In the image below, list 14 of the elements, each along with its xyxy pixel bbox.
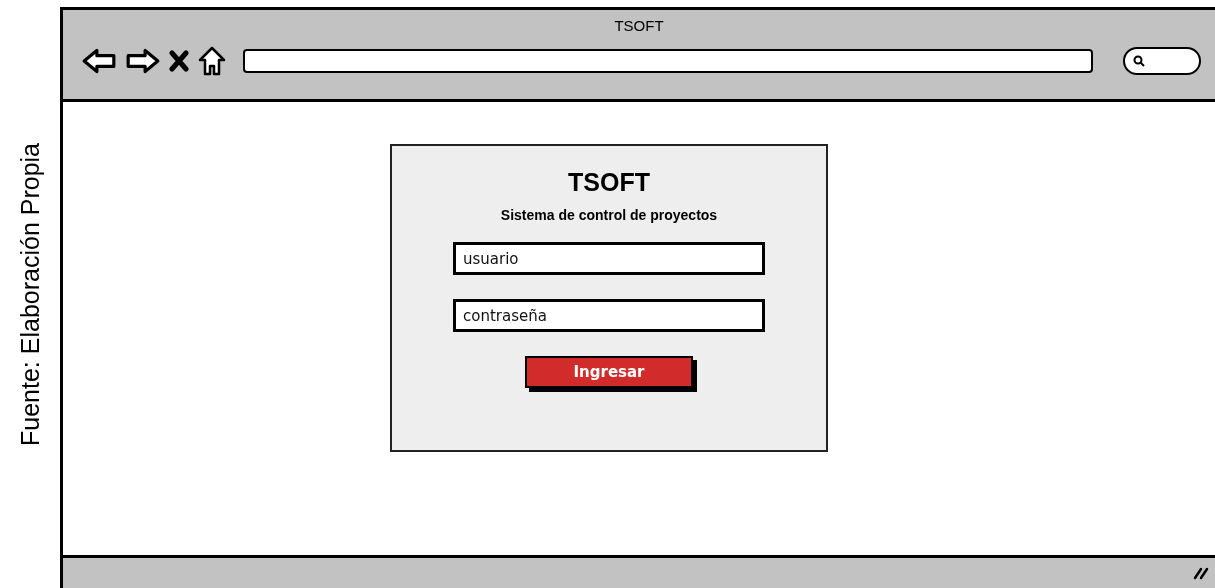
close-icon[interactable] — [169, 50, 189, 72]
forward-arrow-icon[interactable] — [125, 47, 161, 75]
window-title: TSOFT — [613, 16, 665, 36]
username-field[interactable]: usuario — [453, 242, 765, 275]
search-field[interactable] — [1123, 47, 1201, 75]
home-icon[interactable] — [197, 45, 227, 77]
search-icon — [1133, 55, 1145, 67]
back-arrow-icon[interactable] — [81, 47, 117, 75]
source-caption: Fuente: Elaboración Propia — [15, 142, 45, 446]
address-bar[interactable] — [243, 49, 1093, 73]
password-field[interactable]: contraseña — [453, 299, 765, 332]
app-title: TSOFT — [568, 168, 650, 197]
resize-grip-icon[interactable] — [1193, 566, 1209, 580]
app-subtitle: Sistema de control de proyectos — [500, 207, 718, 223]
